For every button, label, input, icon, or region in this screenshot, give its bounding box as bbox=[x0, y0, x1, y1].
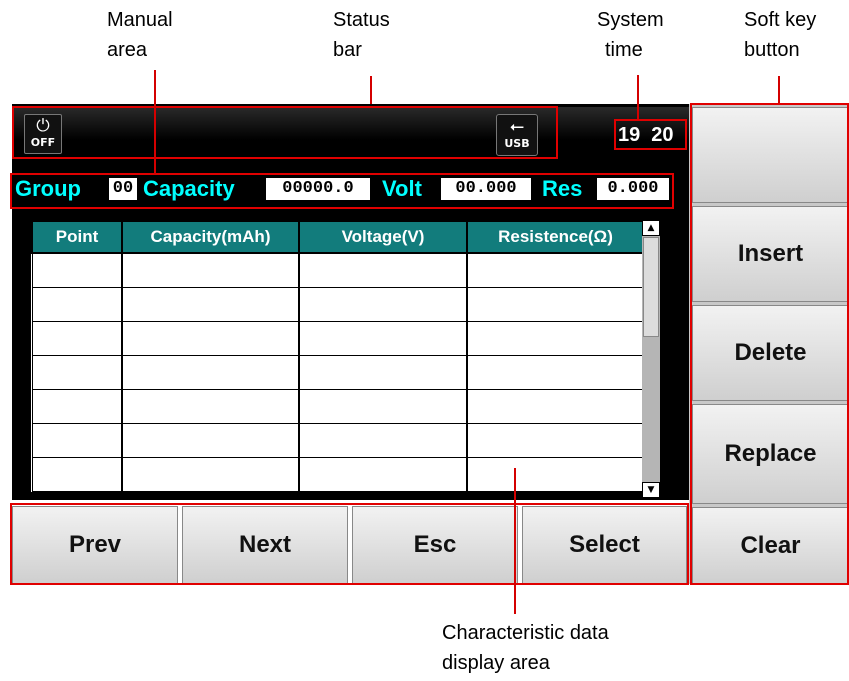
table-header-row: Point Capacity(mAh) Voltage(V) Resistenc… bbox=[31, 220, 645, 254]
column-header-resistance: Resistence(Ω) bbox=[466, 220, 645, 254]
status-bar-leader bbox=[370, 76, 372, 104]
system-time-highlight bbox=[614, 119, 687, 150]
column-header-point: Point bbox=[31, 220, 123, 254]
column-header-voltage: Voltage(V) bbox=[298, 220, 468, 254]
status-bar-highlight bbox=[12, 106, 558, 159]
table-row[interactable] bbox=[31, 252, 645, 288]
callout-chardata-line1: Characteristic data bbox=[442, 622, 609, 644]
chardata-leader bbox=[514, 468, 516, 614]
callout-system-time: System time bbox=[597, 5, 664, 65]
callout-status-bar: Status bar bbox=[333, 5, 390, 65]
table-row[interactable] bbox=[31, 287, 645, 322]
scroll-down-icon[interactable]: ▼ bbox=[642, 482, 660, 498]
callout-softkey-line1: Soft key bbox=[744, 9, 817, 31]
callout-manual-line1: Manual bbox=[107, 9, 173, 31]
table-row[interactable] bbox=[31, 321, 645, 356]
table-row[interactable] bbox=[31, 457, 645, 492]
callout-soft-key: Soft key button bbox=[744, 5, 816, 65]
characteristic-data-table: Point Capacity(mAh) Voltage(V) Resistenc… bbox=[31, 220, 645, 492]
soft-key-leader bbox=[778, 76, 780, 103]
scroll-up-icon[interactable]: ▲ bbox=[642, 220, 660, 236]
table-scrollbar[interactable]: ▲ ▼ bbox=[642, 220, 660, 498]
callout-chardata-line2: display area bbox=[442, 652, 550, 674]
bottom-buttons-highlight bbox=[10, 503, 689, 585]
table-row[interactable] bbox=[31, 355, 645, 390]
callout-status-line2: bar bbox=[333, 39, 362, 61]
callout-softkey-line2: button bbox=[744, 39, 800, 61]
table-row[interactable] bbox=[31, 389, 645, 424]
table-row[interactable] bbox=[31, 423, 645, 458]
column-header-capacity: Capacity(mAh) bbox=[121, 220, 300, 254]
manual-area-leader bbox=[154, 70, 156, 174]
callout-manual-area: Manual area bbox=[107, 5, 173, 65]
callout-time-line1: System bbox=[597, 9, 664, 31]
callout-manual-line2: area bbox=[107, 39, 148, 61]
soft-key-highlight bbox=[690, 103, 849, 585]
scroll-thumb[interactable] bbox=[643, 237, 659, 337]
callout-status-line1: Status bbox=[333, 9, 390, 31]
callout-characteristic-data: Characteristic data display area bbox=[442, 618, 609, 678]
callout-time-line2: time bbox=[605, 39, 643, 61]
system-time-leader bbox=[637, 75, 639, 119]
manual-area-highlight bbox=[10, 173, 674, 209]
